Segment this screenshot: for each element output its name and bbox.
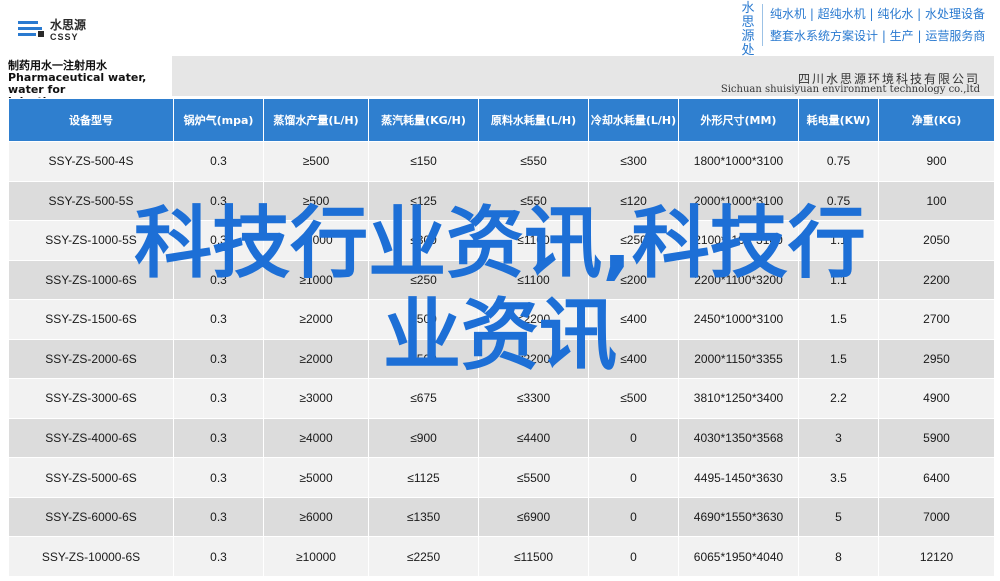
table-cell: ≤300: [589, 142, 679, 182]
table-cell: SSY-ZS-10000-6S: [9, 537, 174, 577]
table-cell: ≥5000: [264, 458, 369, 498]
table-cell: ≤150: [369, 142, 479, 182]
slogan-divider: [762, 4, 763, 46]
company-name-en: Sichuan shuisiyuan environment technolog…: [721, 84, 980, 95]
vertical-brand-char: 源: [738, 30, 758, 44]
column-header: 外形尺寸(MM): [679, 99, 799, 142]
table-cell: ≤675: [369, 379, 479, 419]
watermark-line-2: 业资讯: [20, 290, 980, 382]
table-cell: 0.3: [174, 418, 264, 458]
table-cell: 0.3: [174, 379, 264, 419]
watermark-line-1: 科技行业资讯,科技行: [20, 198, 980, 290]
table-cell: 0: [589, 418, 679, 458]
product-title: 制药用水一注射用水 Pharmaceutical water, water fo…: [8, 60, 168, 96]
table-cell: 8: [799, 537, 879, 577]
table-cell: SSY-ZS-3000-6S: [9, 379, 174, 419]
table-cell: ≤500: [589, 379, 679, 419]
table-cell: 2.2: [799, 379, 879, 419]
table-row: SSY-ZS-3000-6S0.3≥3000≤675≤3300≤5003810*…: [9, 379, 995, 419]
table-cell: ≤1125: [369, 458, 479, 498]
slogan-line-2: 整套水系统方案设计 | 生产 | 运营服务商: [770, 27, 985, 44]
table-cell: 3.5: [799, 458, 879, 498]
watermark-overlay: 科技行业资讯,科技行 业资讯: [20, 198, 980, 382]
table-cell: 0.3: [174, 537, 264, 577]
table-cell: ≤550: [479, 142, 589, 182]
table-cell: 0: [589, 497, 679, 537]
table-row: SSY-ZS-6000-6S0.3≥6000≤1350≤690004690*15…: [9, 497, 995, 537]
company-band: 四川水思源环境科技有限公司 Sichuan shuisiyuan environ…: [172, 56, 994, 96]
table-cell: 4495-1450*3630: [679, 458, 799, 498]
logo-name: 水思源: [50, 16, 86, 33]
table-cell: ≤3300: [479, 379, 589, 419]
table-cell: ≥500: [264, 142, 369, 182]
table-cell: 5900: [879, 418, 995, 458]
column-header: 蒸汽耗量(KG/H): [369, 99, 479, 142]
slogan-line-1: 纯水机 | 超纯水机 | 纯化水 | 水处理设备: [770, 5, 985, 22]
table-cell: 6400: [879, 458, 995, 498]
table-cell: ≤4400: [479, 418, 589, 458]
table-cell: SSY-ZS-4000-6S: [9, 418, 174, 458]
table-cell: 4690*1550*3630: [679, 497, 799, 537]
table-cell: SSY-ZS-6000-6S: [9, 497, 174, 537]
column-header: 设备型号: [9, 99, 174, 142]
table-cell: 0.75: [799, 142, 879, 182]
table-cell: SSY-ZS-500-4S: [9, 142, 174, 182]
table-cell: ≤900: [369, 418, 479, 458]
table-cell: 12120: [879, 537, 995, 577]
table-cell: 0.3: [174, 142, 264, 182]
table-cell: 3810*1250*3400: [679, 379, 799, 419]
table-cell: 7000: [879, 497, 995, 537]
table-cell: 0: [589, 458, 679, 498]
table-cell: SSY-ZS-5000-6S: [9, 458, 174, 498]
table-row: SSY-ZS-5000-6S0.3≥5000≤1125≤550004495-14…: [9, 458, 995, 498]
table-cell: ≥4000: [264, 418, 369, 458]
table-cell: ≤2250: [369, 537, 479, 577]
table-cell: ≥10000: [264, 537, 369, 577]
product-title-en: Pharmaceutical water, water for: [8, 72, 168, 96]
column-header: 冷却水耗量(L/H): [589, 99, 679, 142]
table-cell: 0: [589, 537, 679, 577]
table-cell: 3: [799, 418, 879, 458]
table-cell: 900: [879, 142, 995, 182]
table-cell: ≤6900: [479, 497, 589, 537]
table-cell: 0.3: [174, 458, 264, 498]
logo-subtitle: CSSY: [50, 32, 79, 42]
table-cell: 4030*1350*3568: [679, 418, 799, 458]
column-header: 耗电量(KW): [799, 99, 879, 142]
table-header-row: 设备型号锅炉气(mpa)蒸馏水产量(L/H)蒸汽耗量(KG/H)原料水耗量(L/…: [9, 99, 995, 142]
top-bar: 水思源 CSSY 水 思 源 处 理 纯水机 | 超纯水机 | 纯化水 | 水处…: [0, 0, 1000, 56]
vertical-brand-char: 水: [738, 2, 758, 16]
table-cell: ≤11500: [479, 537, 589, 577]
table-row: SSY-ZS-10000-6S0.3≥10000≤2250≤1150006065…: [9, 537, 995, 577]
column-header: 蒸馏水产量(L/H): [264, 99, 369, 142]
column-header: 净重(KG): [879, 99, 995, 142]
column-header: 原料水耗量(L/H): [479, 99, 589, 142]
table-cell: 1800*1000*3100: [679, 142, 799, 182]
table-cell: ≥3000: [264, 379, 369, 419]
table-cell: ≤5500: [479, 458, 589, 498]
table-cell: ≤1350: [369, 497, 479, 537]
vertical-brand-char: 思: [738, 16, 758, 30]
table-cell: 5: [799, 497, 879, 537]
table-row: SSY-ZS-4000-6S0.3≥4000≤900≤440004030*135…: [9, 418, 995, 458]
table-row: SSY-ZS-500-4S0.3≥500≤150≤550≤3001800*100…: [9, 142, 995, 182]
table-cell: 6065*1950*4040: [679, 537, 799, 577]
column-header: 锅炉气(mpa): [174, 99, 264, 142]
water-drop-logo-icon: [16, 16, 46, 44]
table-cell: 0.3: [174, 497, 264, 537]
table-cell: ≥6000: [264, 497, 369, 537]
table-cell: 4900: [879, 379, 995, 419]
company-logo: 水思源 CSSY: [16, 16, 106, 48]
